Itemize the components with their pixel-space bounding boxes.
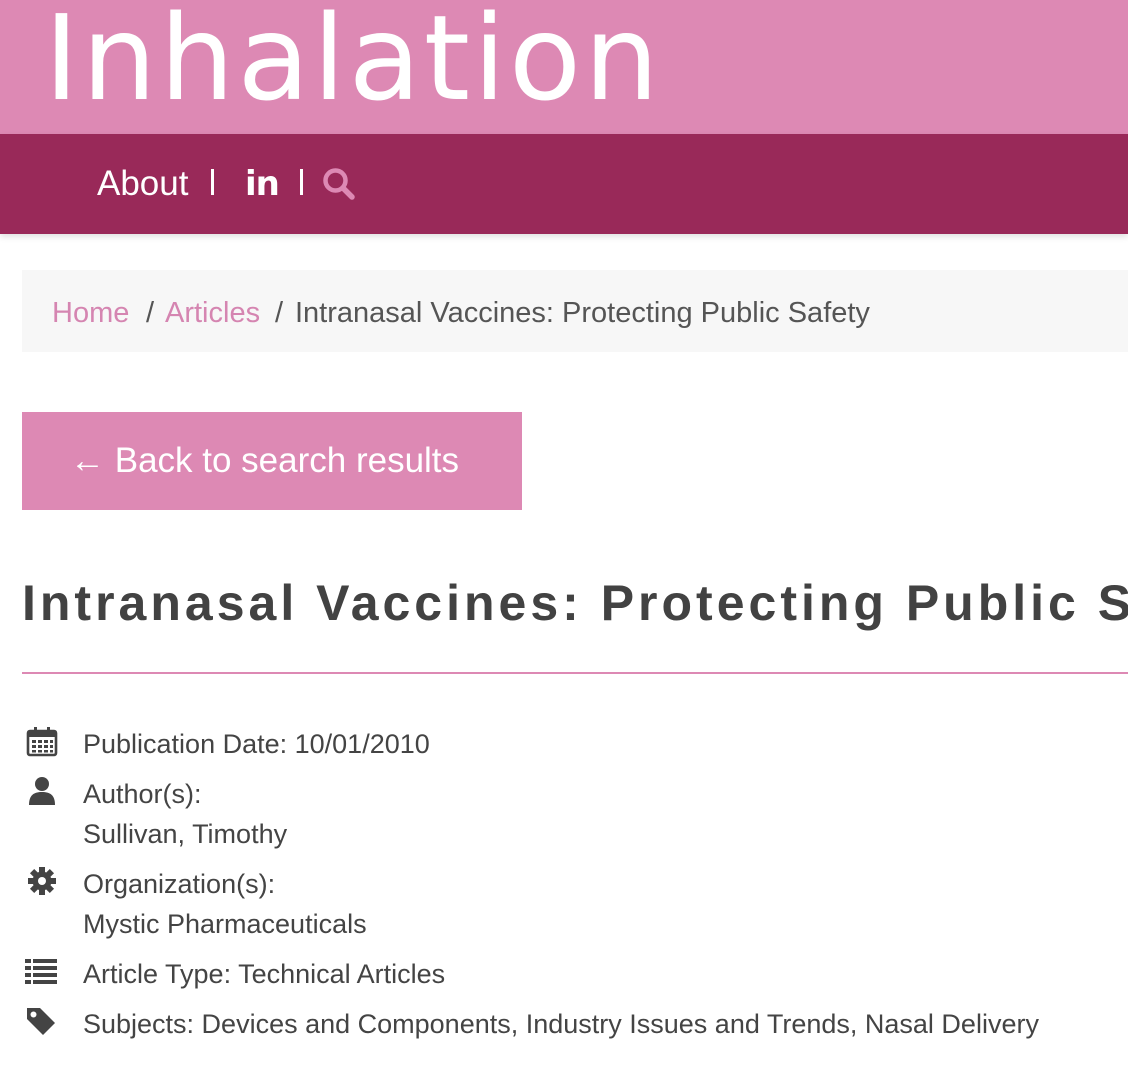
page-title: Intranasal Vaccines: Protecting Public S… (22, 575, 1128, 631)
nav-separator (211, 169, 214, 195)
back-to-results-button[interactable]: ← Back to search results (22, 412, 522, 510)
publication-date: Publication Date: 10/01/2010 (83, 729, 430, 759)
breadcrumb-articles-link[interactable]: Articles (165, 270, 260, 356)
site-logo[interactable]: Inhalation (44, 0, 662, 128)
gear-icon (28, 867, 56, 895)
list-icon (25, 959, 57, 984)
main-nav: About in (0, 134, 1128, 234)
subjects: Subjects: Devices and Components, Indust… (83, 1009, 1039, 1039)
breadcrumb-current: Intranasal Vaccines: Protecting Public S… (295, 297, 870, 329)
breadcrumb-separator: / (275, 297, 284, 329)
organizations-label: Organization(s): (83, 869, 276, 899)
nav-separator (300, 169, 303, 195)
organization-name[interactable]: Mystic Pharmaceuticals (83, 904, 367, 944)
nav-about-link[interactable]: About (97, 162, 188, 206)
breadcrumb-separator: / (146, 297, 155, 329)
user-icon (29, 777, 55, 805)
calendar-icon (26, 727, 58, 757)
brand-bar: Inhalation (0, 0, 1128, 134)
breadcrumb: Home / Articles / Intranasal Vaccines: P… (22, 270, 1128, 352)
article-type: Article Type: Technical Articles (83, 959, 446, 989)
title-divider (22, 672, 1128, 674)
breadcrumb-home-link[interactable]: Home (52, 270, 129, 356)
tag-icon (27, 1008, 55, 1035)
author-name[interactable]: Sullivan, Timothy (83, 814, 287, 854)
linkedin-icon[interactable]: in (245, 162, 280, 206)
authors-label: Author(s): (83, 779, 202, 809)
search-icon[interactable] (321, 166, 357, 202)
